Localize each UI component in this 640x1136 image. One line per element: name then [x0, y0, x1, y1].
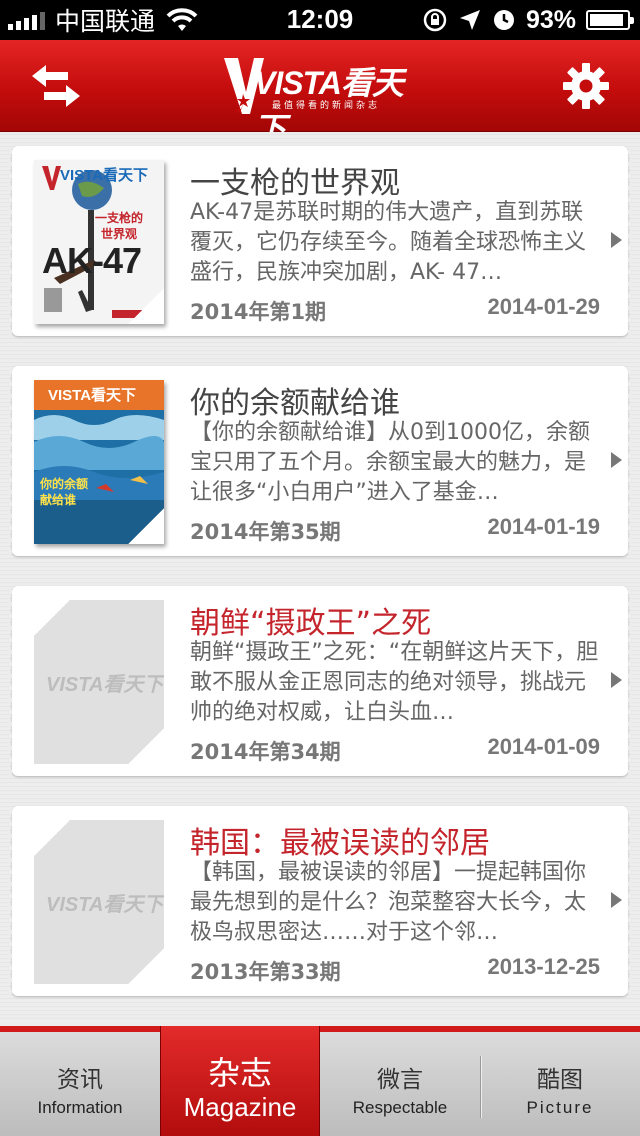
chevron-right-icon — [611, 232, 622, 248]
magazine-cover-placeholder: VISTA看天下 — [34, 820, 164, 984]
tab-label-zh: 酷图 — [537, 1067, 583, 1093]
issue-number: 2014年第35期 — [190, 520, 341, 544]
tab-label-en: Picture — [526, 1098, 594, 1117]
list-item[interactable]: VISTA看天下 你的余额献给谁 你的余额献给谁 【你的余额献给谁】从0到100… — [9, 366, 628, 556]
article-title: 朝鲜“摄政王”之死 — [190, 606, 432, 641]
list-item[interactable]: VISTA看天下 一支枪的世界观 AK-47 一支枪的世界观 AK-47是苏联时… — [9, 146, 628, 336]
tab-information[interactable]: 资讯 Information — [0, 1032, 160, 1136]
magazine-list[interactable]: VISTA看天下 一支枪的世界观 AK-47 一支枪的世界观 AK-47是苏联时… — [0, 132, 640, 1022]
article-summary: 【你的余额献给谁】从0到1000亿，余额宝只用了五个月。余额宝最大的魅力，是让很… — [190, 420, 590, 505]
rotation-lock-icon — [423, 8, 447, 32]
article-title: 一支枪的世界观 — [190, 166, 400, 201]
navigation-bar: VISTA看天下 最值得看的新闻杂志 — [0, 40, 640, 147]
battery-icon — [586, 10, 634, 30]
publish-date: 2014-01-19 — [487, 514, 600, 539]
issue-number: 2014年第1期 — [190, 300, 327, 324]
magazine-cover: VISTA看天下 一支枪的世界观 AK-47 — [34, 160, 164, 324]
issue-number: 2014年第34期 — [190, 740, 341, 764]
cover-headline: 一支枪的世界观 — [94, 211, 143, 241]
tab-label-en: Respectable — [352, 1098, 448, 1117]
page-curl — [34, 820, 70, 856]
magazine-cover-placeholder: VISTA看天下 — [34, 600, 164, 764]
article-summary: 【韩国，最被误读的邻居】一提起韩国你最先想到的是什么？泡菜整容大长今，太极鸟叔思… — [190, 860, 587, 945]
cover-headline: 你的余额献给谁 — [40, 477, 89, 507]
logo-subtitle: 最值得看的新闻杂志 — [272, 101, 381, 111]
publish-date: 2013-12-25 — [487, 954, 600, 979]
publish-date: 2014-01-09 — [487, 734, 600, 759]
switch-button[interactable] — [26, 58, 86, 114]
tab-label-zh: 微言 — [377, 1067, 423, 1093]
list-item[interactable]: VISTA看天下 朝鲜“摄政王”之死 朝鲜“摄政王”之死：“在朝鲜这片天下，胆敢… — [9, 586, 628, 776]
magazine-cover: VISTA看天下 你的余额献给谁 — [34, 380, 164, 544]
page-curl — [128, 948, 164, 984]
tab-label-zh: 资讯 — [57, 1067, 103, 1093]
status-bar: 中国联通 12:09 93% — [0, 0, 640, 40]
article-title: 韩国：最被误读的邻居 — [190, 826, 490, 861]
cover-big-text: AK-47 — [42, 240, 142, 281]
chevron-right-icon — [611, 892, 622, 908]
article-summary: AK-47是苏联时期的伟大遗产，直到苏联覆灭，它仍存续至今。随着全球恐怖主义盛行… — [190, 200, 587, 285]
alarm-clock-icon — [493, 10, 514, 30]
issue-number: 2013年第33期 — [190, 960, 341, 984]
page-curl — [128, 288, 164, 324]
tab-label-en: Information — [37, 1098, 123, 1117]
cover-masthead: VISTA看天下 — [48, 387, 137, 404]
list-item[interactable]: VISTA看天下 韩国：最被误读的邻居 【韩国，最被误读的邻居】一提起韩国你最先… — [9, 806, 628, 996]
battery-level-fill — [590, 14, 624, 26]
tab-picture[interactable]: 酷图 Picture — [480, 1032, 640, 1136]
page-curl — [128, 508, 164, 544]
tab-bar: 资讯 Information 杂志 Magazine 微言 Respectabl… — [0, 1026, 640, 1136]
tab-label-en: Magazine — [183, 1092, 297, 1122]
page-curl — [128, 728, 164, 764]
tab-magazine[interactable]: 杂志 Magazine — [160, 1026, 320, 1136]
publish-date: 2014-01-29 — [487, 294, 600, 319]
tab-respectable[interactable]: 微言 Respectable — [320, 1032, 480, 1136]
chevron-right-icon — [611, 672, 622, 688]
gear-icon — [563, 63, 609, 109]
page-curl — [34, 600, 70, 636]
article-title: 你的余额献给谁 — [190, 386, 400, 421]
location-arrow-icon — [459, 10, 480, 30]
placeholder-logo: VISTA看天下 — [46, 674, 164, 696]
cover-masthead: VISTA看天下 — [60, 167, 149, 184]
article-summary: 朝鲜“摄政王”之死：“在朝鲜这片天下，胆敢不服从金正恩同志的绝对领导，挑战元帅的… — [190, 640, 599, 725]
tab-label-zh: 杂志 — [207, 1054, 272, 1092]
settings-button[interactable] — [556, 58, 616, 114]
placeholder-logo: VISTA看天下 — [46, 894, 164, 916]
swap-arrows-icon — [32, 65, 80, 107]
vista-logo: VISTA看天下 最值得看的新闻杂志 — [224, 58, 420, 147]
battery-percent: 93% — [525, 5, 576, 34]
chevron-right-icon — [611, 452, 622, 468]
